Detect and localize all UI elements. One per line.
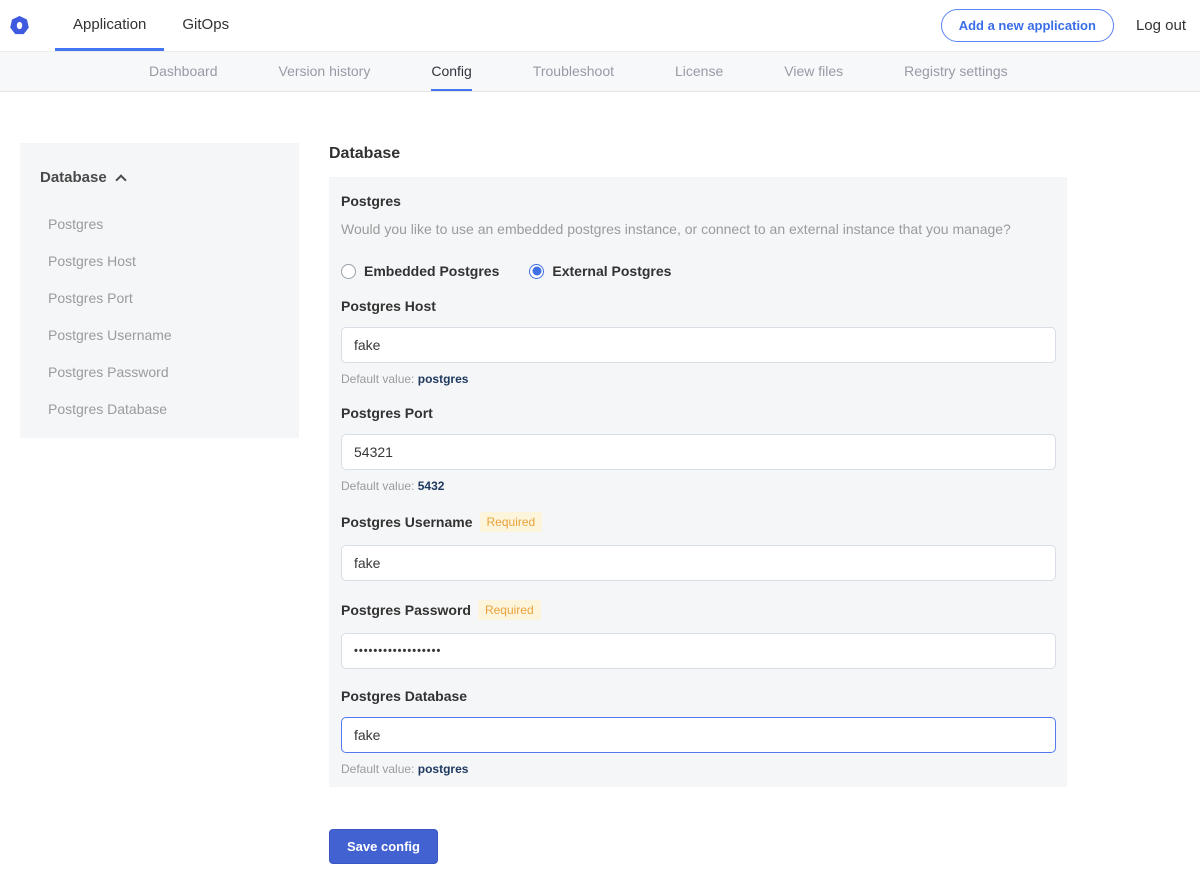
field-postgres-username: Postgres Username Required: [341, 512, 1056, 581]
sidebar-item-postgres-database[interactable]: Postgres Database: [48, 391, 279, 428]
kots-logo-icon: [10, 16, 29, 35]
default-value-hint: Default value: postgres: [341, 762, 1056, 776]
tab-registry-settings[interactable]: Registry settings: [904, 52, 1007, 91]
sidebar-group-database[interactable]: Database: [40, 169, 279, 186]
group-label-postgres: Postgres: [341, 193, 1056, 209]
tab-version-history[interactable]: Version history: [279, 52, 371, 91]
app-subnav: Dashboard Version history Config Trouble…: [0, 51, 1200, 92]
sidebar-group-label: Database: [40, 169, 107, 186]
field-label: Postgres Port: [341, 405, 433, 421]
postgres-username-input[interactable]: [341, 545, 1056, 581]
save-config-button[interactable]: Save config: [329, 829, 438, 864]
field-label: Postgres Password: [341, 602, 471, 618]
tab-gitops[interactable]: GitOps: [164, 0, 247, 51]
field-label: Postgres Host: [341, 298, 436, 314]
sidebar-item-postgres[interactable]: Postgres: [48, 206, 279, 243]
field-postgres-database: Postgres Database Default value: postgre…: [341, 688, 1056, 776]
field-postgres-host: Postgres Host Default value: postgres: [341, 298, 1056, 386]
postgres-database-input[interactable]: [341, 717, 1056, 753]
tab-troubleshoot[interactable]: Troubleshoot: [533, 52, 614, 91]
radio-embedded-postgres[interactable]: Embedded Postgres: [341, 263, 499, 279]
required-badge: Required: [480, 512, 543, 532]
tab-license[interactable]: License: [675, 52, 723, 91]
group-help-text: Would you like to use an embedded postgr…: [341, 221, 1056, 237]
tab-view-files[interactable]: View files: [784, 52, 843, 91]
sidebar-item-list: Postgres Postgres Host Postgres Port Pos…: [40, 206, 279, 428]
tab-dashboard[interactable]: Dashboard: [149, 52, 218, 91]
sidebar-item-postgres-host[interactable]: Postgres Host: [48, 243, 279, 280]
header-actions: Add a new application Log out: [941, 0, 1200, 51]
default-value-hint: Default value: 5432: [341, 479, 1056, 493]
sidebar-item-postgres-username[interactable]: Postgres Username: [48, 317, 279, 354]
header-spacer: [247, 0, 941, 51]
postgres-password-input[interactable]: [341, 633, 1056, 669]
config-group-card: Postgres Would you like to use an embedd…: [329, 177, 1067, 787]
default-value-hint: Default value: postgres: [341, 372, 1056, 386]
config-main: Database Postgres Would you like to use …: [329, 143, 1067, 864]
top-nav: Application GitOps Add a new application…: [0, 0, 1200, 51]
app-logo[interactable]: [0, 0, 55, 51]
postgres-host-input[interactable]: [341, 327, 1056, 363]
section-title: Database: [329, 145, 1067, 163]
config-page: Database Postgres Postgres Host Postgres…: [0, 143, 1200, 864]
sidebar-item-postgres-password[interactable]: Postgres Password: [48, 354, 279, 391]
radio-external-postgres[interactable]: External Postgres: [529, 263, 671, 279]
logout-link[interactable]: Log out: [1136, 17, 1186, 34]
field-postgres-port: Postgres Port Default value: 5432: [341, 405, 1056, 493]
tab-config[interactable]: Config: [431, 52, 471, 91]
radio-unchecked-icon: [341, 264, 356, 279]
primary-tabs: Application GitOps: [55, 0, 247, 51]
postgres-port-input[interactable]: [341, 434, 1056, 470]
add-new-application-button[interactable]: Add a new application: [941, 9, 1114, 42]
config-sidebar: Database Postgres Postgres Host Postgres…: [20, 143, 299, 438]
required-badge: Required: [478, 600, 541, 620]
radio-checked-icon: [529, 264, 544, 279]
sidebar-item-postgres-port[interactable]: Postgres Port: [48, 280, 279, 317]
field-label: Postgres Username: [341, 514, 473, 530]
field-postgres-password: Postgres Password Required: [341, 600, 1056, 669]
field-label: Postgres Database: [341, 688, 467, 704]
chevron-up-icon: [115, 174, 126, 185]
postgres-mode-radio-group: Embedded Postgres External Postgres: [341, 263, 1056, 279]
tab-application[interactable]: Application: [55, 0, 164, 51]
